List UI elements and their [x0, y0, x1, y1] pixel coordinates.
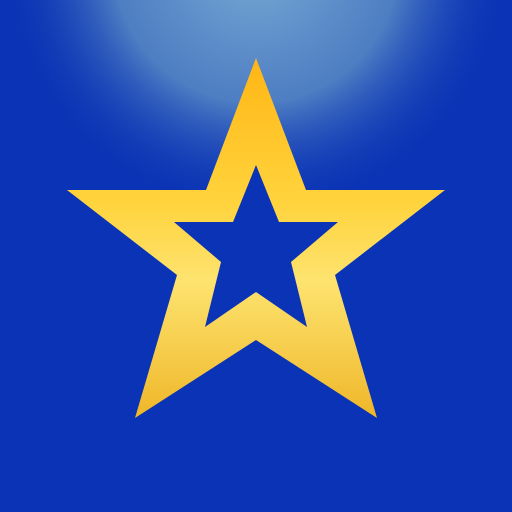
app-icon-graphic — [0, 0, 512, 512]
app-icon — [0, 0, 512, 512]
